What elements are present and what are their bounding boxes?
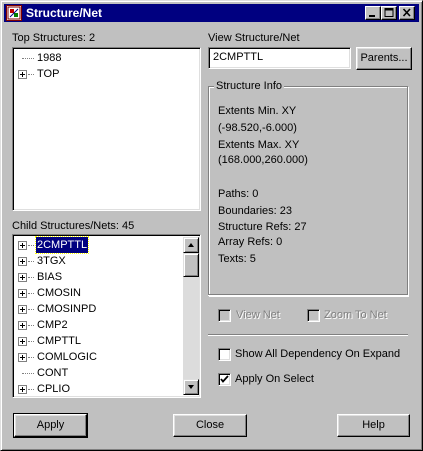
tree-item-label: 2CMPTTL xyxy=(34,236,90,254)
view-net-checkbox[interactable] xyxy=(218,309,231,322)
tree-connector xyxy=(28,309,34,310)
tree-item-cmpttl[interactable]: CMPTTL xyxy=(17,333,182,349)
tree-item-top[interactable]: TOP xyxy=(17,66,197,82)
boundaries-count: Boundaries: 23 xyxy=(218,205,292,217)
view-net-label: View Net xyxy=(236,309,280,321)
tree-connector xyxy=(28,261,34,262)
tree-item-cmosin[interactable]: CMOSIN xyxy=(17,285,182,301)
expand-plus-icon[interactable] xyxy=(18,257,27,266)
minimize-icon xyxy=(369,15,375,17)
arrow-down-icon xyxy=(188,385,194,389)
view-structure-value: 2CMPTTL xyxy=(213,51,264,63)
child-tree-scrollbar[interactable] xyxy=(183,237,199,395)
apply-on-select-label: Apply On Select xyxy=(235,373,314,385)
structure-net-dialog: Structure/Net Top Structures: 2 1988 TOP… xyxy=(0,0,423,451)
tree-item-label: CMP2 xyxy=(37,319,68,331)
scroll-up-button[interactable] xyxy=(183,237,199,253)
expand-plus-icon[interactable] xyxy=(18,241,27,250)
paths-count: Paths: 0 xyxy=(218,188,259,200)
tree-connector xyxy=(28,293,34,294)
top-structures-label: Top Structures: 2 xyxy=(12,32,96,44)
expand-plus-icon[interactable] xyxy=(18,305,27,314)
tree-item-label: TOP xyxy=(37,68,60,80)
tree-connector xyxy=(28,325,34,326)
tree-item-label: CMOSINPD xyxy=(37,303,97,315)
array-refs-count: Array Refs: 0 xyxy=(218,236,283,248)
zoom-to-net-checkbox[interactable] xyxy=(307,309,320,322)
tree-item-label: CMOSIN xyxy=(37,287,81,299)
expand-plus-icon[interactable] xyxy=(18,289,27,298)
scroll-thumb[interactable] xyxy=(183,253,199,277)
tree-item-label: 1988 xyxy=(37,52,62,64)
structure-info-title: Structure Info xyxy=(214,80,285,92)
view-structure-input[interactable]: 2CMPTTL xyxy=(208,47,351,69)
separator xyxy=(208,294,408,296)
tree-item-1988[interactable]: 1988 xyxy=(17,50,197,66)
expand-plus-icon[interactable] xyxy=(18,70,27,79)
tree-item-bias[interactable]: BIAS xyxy=(17,269,182,285)
tree-connector xyxy=(28,341,34,342)
tree-connector xyxy=(28,74,34,75)
close-window-button[interactable] xyxy=(399,6,415,20)
apply-on-select-checkbox[interactable] xyxy=(218,373,231,386)
tree-connector xyxy=(28,245,34,246)
apply-button[interactable]: Apply xyxy=(13,413,88,438)
child-structures-label: Child Structures/Nets: 45 xyxy=(12,220,135,232)
tree-item-label: 3TGX xyxy=(37,255,66,267)
tree-connector xyxy=(28,277,34,278)
expand-plus-icon[interactable] xyxy=(18,353,27,362)
scroll-down-button[interactable] xyxy=(183,379,199,395)
tree-item-comlogic[interactable]: COMLOGIC xyxy=(17,349,182,365)
separator xyxy=(208,334,408,336)
extents-max-label: Extents Max. XY xyxy=(218,139,300,151)
tree-item-cont[interactable]: CONT xyxy=(17,365,182,381)
expand-plus-icon[interactable] xyxy=(18,321,27,330)
close-button[interactable]: Close xyxy=(173,414,247,437)
expand-plus-icon[interactable] xyxy=(18,337,27,346)
tree-item-3tgx[interactable]: 3TGX xyxy=(17,253,182,269)
extents-min-value: (-98.520,-6.000) xyxy=(218,122,297,134)
window-title: Structure/Net xyxy=(26,6,103,20)
top-structures-tree[interactable]: 1988 TOP xyxy=(12,47,201,211)
view-structure-label: View Structure/Net xyxy=(208,32,300,44)
app-icon[interactable] xyxy=(6,5,22,21)
tree-item-label: COMLOGIC xyxy=(37,351,97,363)
tree-item-2cmpttl[interactable]: 2CMPTTL xyxy=(17,236,182,254)
show-all-dependency-checkbox[interactable] xyxy=(218,348,231,361)
maximize-icon xyxy=(384,8,394,17)
tree-connector xyxy=(22,58,34,59)
maximize-button[interactable] xyxy=(381,6,397,20)
tree-item-label: CMPTTL xyxy=(37,335,81,347)
tree-item-label: CPLIO xyxy=(37,383,71,395)
parents-button[interactable]: Parents... xyxy=(356,47,412,70)
arrow-up-icon xyxy=(188,243,194,247)
zoom-to-net-label: Zoom To Net xyxy=(324,309,387,321)
tree-item-cplio[interactable]: CPLIO xyxy=(17,381,182,397)
structure-refs-count: Structure Refs: 27 xyxy=(218,221,307,233)
close-icon xyxy=(402,8,411,17)
child-structures-tree[interactable]: 2CMPTTL 3TGX BIAS CMOSIN CMOSINPD CMP2 C… xyxy=(12,234,201,398)
help-button[interactable]: Help xyxy=(337,414,410,437)
extents-max-value: (168.000,260.000) xyxy=(218,154,308,166)
extents-min-label: Extents Min. XY xyxy=(218,105,297,117)
tree-item-cmp2[interactable]: CMP2 xyxy=(17,317,182,333)
tree-connector xyxy=(28,357,34,358)
minimize-button[interactable] xyxy=(365,6,381,20)
tree-item-label: CONT xyxy=(37,367,69,379)
texts-count: Texts: 5 xyxy=(218,253,256,265)
tree-connector xyxy=(22,373,34,374)
checkmark-icon xyxy=(220,375,229,383)
show-all-dependency-label: Show All Dependency On Expand xyxy=(235,348,401,360)
tree-item-label: BIAS xyxy=(37,271,63,283)
tree-connector xyxy=(28,389,34,390)
expand-plus-icon[interactable] xyxy=(18,273,27,282)
expand-plus-icon[interactable] xyxy=(18,385,27,394)
tree-item-cmosinpd[interactable]: CMOSINPD xyxy=(17,301,182,317)
title-bar[interactable]: Structure/Net xyxy=(4,4,419,22)
